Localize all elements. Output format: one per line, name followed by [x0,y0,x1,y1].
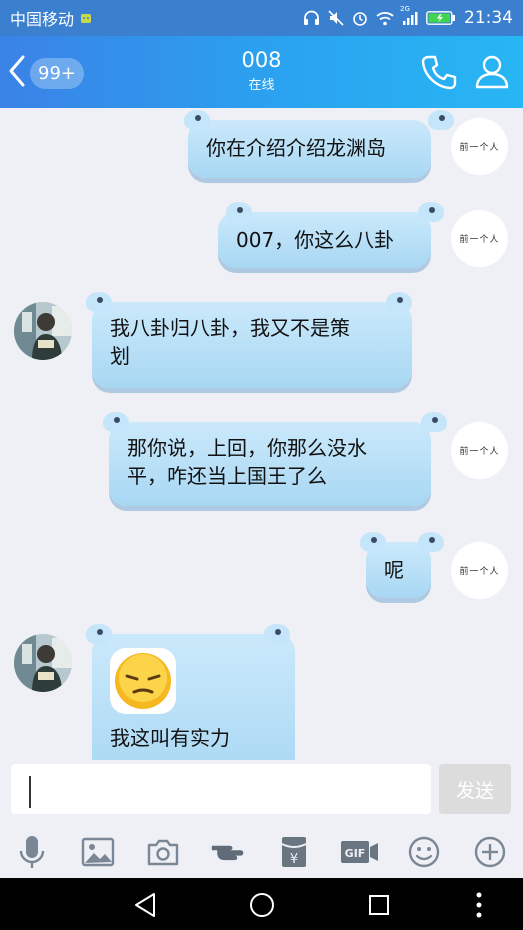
bubble-ear [428,110,454,130]
message-text: 你在介绍介绍龙渊岛 [206,136,386,160]
headset-icon [303,10,320,26]
chat-header: 99+ 008 在线 [0,36,523,108]
status-icons: 2G 21:34 [303,5,513,28]
message-input[interactable] [11,764,431,814]
send-button[interactable]: 发送 [439,764,511,814]
message-bubble[interactable]: 你在介绍介绍龙渊岛 [184,110,454,178]
toolbar: ¥ GIF [0,826,523,878]
message-text-line: 平，咋还当上国王了么 [127,464,327,488]
yen-label: ¥ [290,852,298,867]
message-text: 007，你这么八卦 [236,228,395,252]
plus-icon[interactable] [472,834,508,870]
message-bubble[interactable]: 呢 [360,532,444,598]
alarm-icon [352,10,368,26]
message-text-line: 那你说，上回，你那么没水 [127,436,367,460]
avatar[interactable]: 前一个人 [451,422,508,479]
avatar[interactable]: 前一个人 [451,118,508,175]
gif-icon[interactable]: GIF [340,834,380,870]
home-circle-icon[interactable] [247,890,277,920]
profile-button[interactable] [474,53,510,93]
more-dots-icon[interactable] [464,890,494,920]
bot-icon [80,12,92,24]
bubble-ear [264,624,290,644]
message-text-line: 我八卦归八卦，我又不是策 [110,316,350,340]
message-bubble[interactable]: 我这叫有实力 [86,624,295,760]
wifi-icon [376,11,394,26]
bubble-ear [184,110,210,130]
microphone-icon[interactable] [14,834,50,870]
message-text: 呢 [384,558,404,582]
bubble-ear [86,292,112,312]
emoji-icon[interactable] [406,834,442,870]
input-bar: 发送 [0,760,523,826]
carrier-name: 中国移动 [10,10,75,29]
bubble-ear [418,532,444,552]
message-text-line: 划 [110,344,130,368]
person-icon [474,55,510,93]
network-type: 2G [400,5,410,13]
phone-icon [420,55,458,95]
image-icon[interactable] [80,834,116,870]
bubble-ear [360,532,386,552]
avatar[interactable] [14,302,72,360]
bubble-ear [418,202,444,222]
chat-history[interactable]: 你在介绍介绍龙渊岛 前一个人 007，你这么八卦 前一个人 我八卦归八卦，我又不… [0,108,523,760]
camera-icon[interactable] [145,834,181,870]
mute-icon [328,10,344,26]
red-packet-icon[interactable]: ¥ [276,834,312,870]
bubble-ear [86,624,112,644]
bubble-ear [421,412,447,432]
avatar[interactable]: 前一个人 [451,210,508,267]
phone-call-button[interactable] [420,53,458,95]
recents-square-icon[interactable] [364,890,394,920]
message-text: 我这叫有实力 [110,726,230,750]
bubble-ear [103,412,129,432]
awkward-face-emoji [110,648,176,714]
carrier: 中国移动 [10,6,92,30]
clock: 21:34 [464,8,513,28]
bubble-ear [386,292,412,312]
avatar[interactable]: 前一个人 [451,542,508,599]
message-bubble[interactable]: 我八卦归八卦，我又不是策 划 [86,292,412,388]
status-bar: 中国移动 2G 21:34 [0,0,523,36]
message-bubble[interactable]: 那你说，上回，你那么没水 平，咋还当上国王了么 [103,412,447,506]
signal-icon: 2G [400,5,418,25]
system-nav-bar [0,878,523,930]
text-caret [29,776,31,808]
back-triangle-icon[interactable] [130,890,160,920]
avatar[interactable] [14,634,72,692]
poke-icon[interactable] [210,834,246,870]
message-bubble[interactable]: 007，你这么八卦 [218,202,444,268]
battery-icon [426,11,456,25]
gif-label: GIF [345,847,366,860]
bubble-ear [226,202,252,222]
